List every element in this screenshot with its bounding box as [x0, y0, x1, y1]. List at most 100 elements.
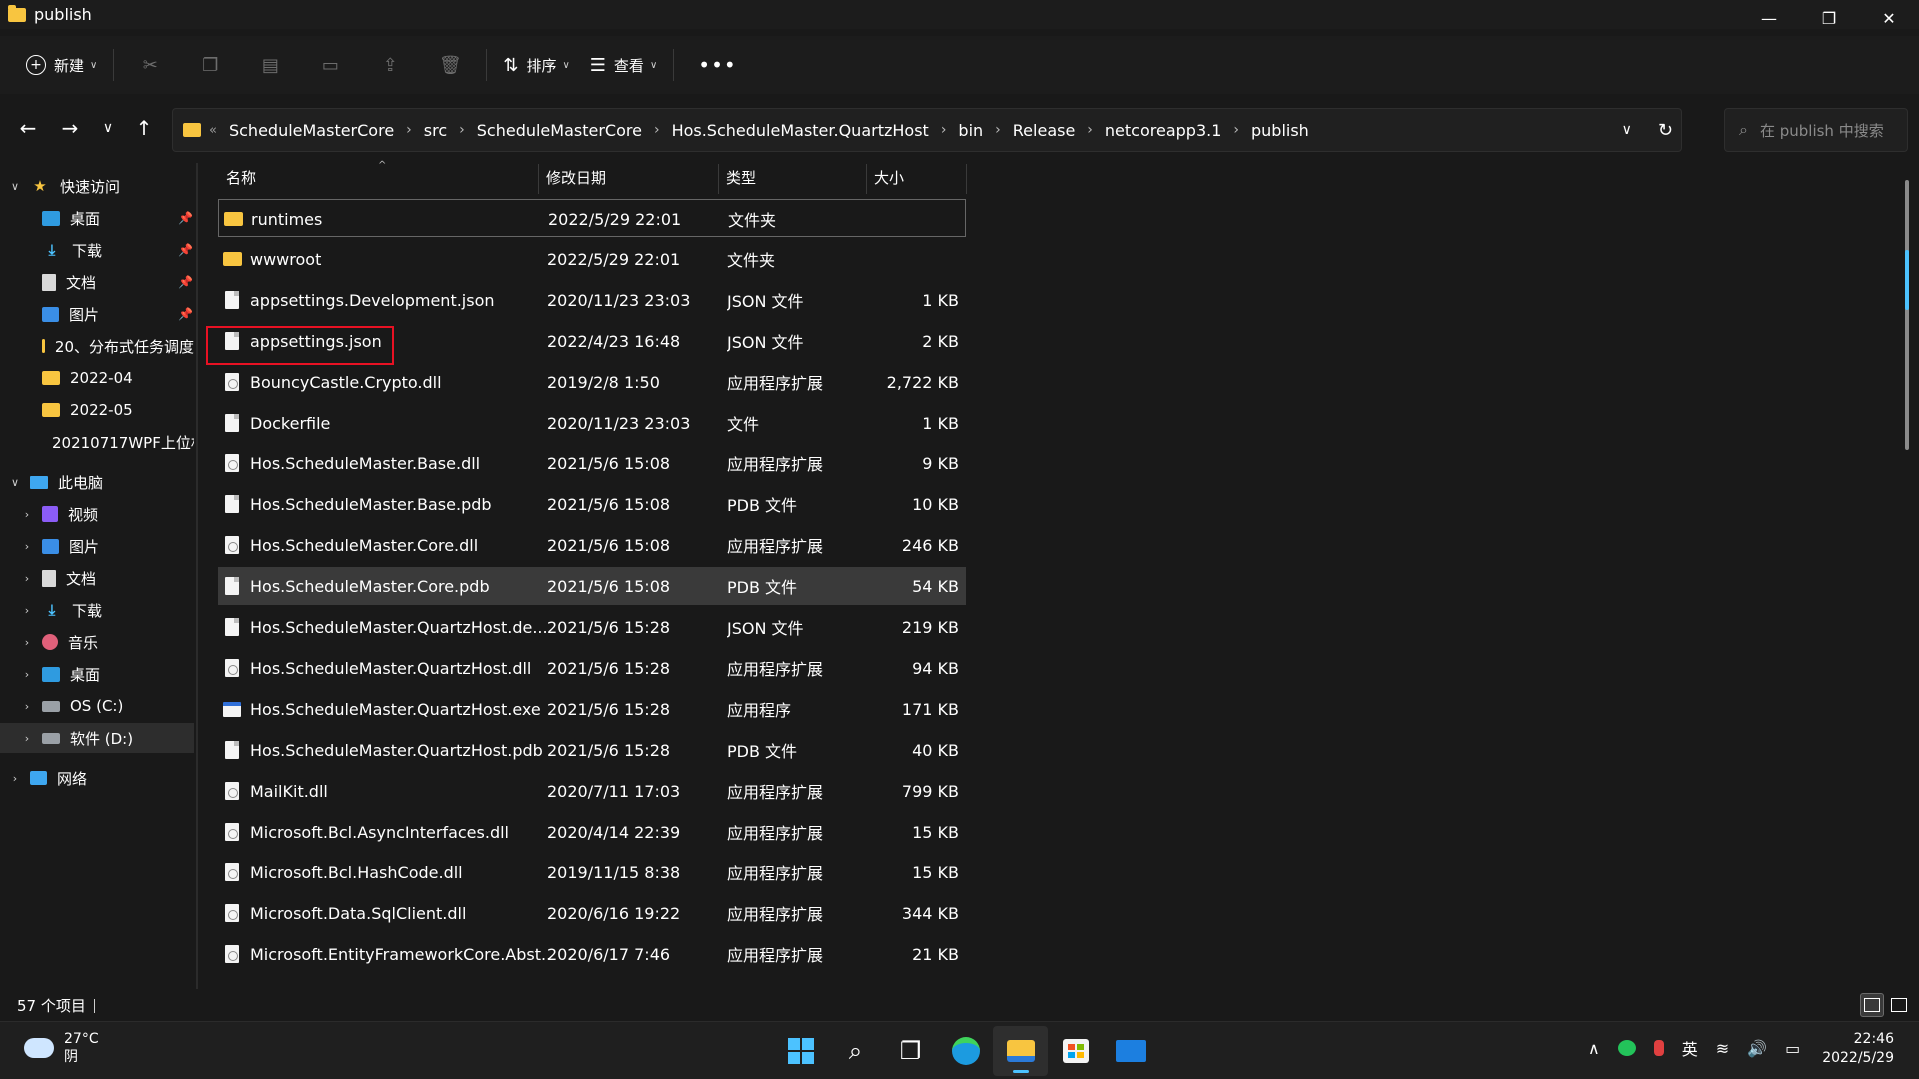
scroll-thumb[interactable] — [1905, 250, 1909, 310]
vertical-scrollbar[interactable] — [1905, 180, 1909, 450]
file-row[interactable]: Hos.ScheduleMaster.QuartzHost.exe 2021/5/… — [218, 690, 966, 728]
address-bar[interactable]: « ScheduleMasterCore › src › ScheduleMas… — [172, 108, 1682, 152]
new-button[interactable]: + 新建 ∨ — [16, 45, 107, 85]
restore-button[interactable]: ❐ — [1799, 0, 1859, 36]
nav-item-folder[interactable]: 20、分布式任务调度 — [0, 331, 194, 361]
breadcrumb-item[interactable]: ScheduleMasterCore — [477, 121, 642, 140]
breadcrumb-item[interactable]: Hos.ScheduleMaster.QuartzHost — [672, 121, 929, 140]
wifi-icon[interactable]: ≋ — [1716, 1039, 1729, 1058]
chevron-down-icon[interactable]: ∨ — [8, 180, 22, 193]
breadcrumb-item[interactable]: netcoreapp3.1 — [1105, 121, 1221, 140]
nav-quick-access[interactable]: ∨ ★ 快速访问 — [0, 171, 194, 201]
back-arrow-icon[interactable]: ← — [8, 108, 48, 148]
show-hidden-icons-chevron[interactable]: ∧ — [1588, 1039, 1600, 1058]
qq-icon[interactable] — [1653, 1040, 1664, 1056]
nav-network[interactable]: › 网络 — [0, 763, 194, 793]
chevron-right-icon[interactable]: › — [20, 636, 34, 649]
weather-widget[interactable]: 27°C 阴 — [24, 1030, 99, 1066]
overflow-crumb[interactable]: « — [209, 123, 217, 138]
chevron-down-icon[interactable]: ∨ — [8, 476, 22, 489]
clock[interactable]: 22:46 2022/5/29 — [1822, 1030, 1894, 1068]
volume-icon[interactable]: 🔊 — [1747, 1039, 1767, 1058]
ime-indicator[interactable]: 英 — [1682, 1036, 1698, 1060]
address-dropdown-icon[interactable]: ∨ — [1622, 122, 1632, 138]
view-button[interactable]: ☰ 查看 ∨ — [580, 45, 667, 85]
chevron-right-icon[interactable]: › — [20, 700, 34, 713]
task-view-button[interactable]: ❐ — [883, 1026, 938, 1076]
column-divider[interactable] — [966, 164, 967, 194]
file-row[interactable]: Hos.ScheduleMaster.Core.dll 2021/5/6 15:0… — [218, 526, 966, 564]
rename-icon[interactable]: ▭ — [300, 45, 360, 85]
chevron-right-icon[interactable]: › — [20, 668, 34, 681]
file-row[interactable]: MailKit.dll 2020/7/11 17:03 应用程序扩展 799 KB — [218, 772, 966, 810]
file-row[interactable]: BouncyCastle.Crypto.dll 2019/2/8 1:50 应用程序… — [218, 363, 966, 401]
nav-item-desktop[interactable]: › 桌面 — [0, 659, 194, 689]
file-row[interactable]: runtimes 2022/5/29 22:01 文件夹 — [218, 199, 966, 237]
forward-arrow-icon[interactable]: → — [50, 108, 90, 148]
store-taskbar-button[interactable] — [1048, 1026, 1103, 1076]
chevron-right-icon[interactable]: › — [20, 604, 34, 617]
file-row[interactable]: Hos.ScheduleMaster.Base.dll 2021/5/6 15:0… — [218, 444, 966, 482]
file-row[interactable]: Hos.ScheduleMaster.Core.pdb 2021/5/6 15:0… — [218, 567, 966, 605]
file-row[interactable]: Microsoft.Bcl.HashCode.dll 2019/11/15 8:3… — [218, 853, 966, 891]
file-row[interactable]: Hos.ScheduleMaster.Base.pdb 2021/5/6 15:0… — [218, 485, 966, 523]
mail-taskbar-button[interactable] — [1103, 1026, 1158, 1076]
sort-button[interactable]: ⇅ 排序 ∨ — [493, 45, 579, 85]
share-icon[interactable]: ⇪ — [360, 45, 420, 85]
start-button[interactable] — [773, 1026, 828, 1076]
nav-item-pictures[interactable]: › 图片 — [0, 531, 194, 561]
breadcrumb-item[interactable]: ScheduleMasterCore — [229, 121, 394, 140]
nav-item-folder[interactable]: 2022-04 — [0, 363, 194, 393]
nav-this-pc[interactable]: ∨ 此电脑 — [0, 467, 194, 497]
file-row[interactable]: Microsoft.Bcl.AsyncInterfaces.dll 2020/4/… — [218, 813, 966, 851]
minimize-button[interactable]: — — [1739, 0, 1799, 36]
copy-icon[interactable]: ❐ — [180, 45, 240, 85]
battery-icon[interactable]: ▭ — [1785, 1039, 1800, 1058]
search-taskbar-button[interactable]: ⌕ — [828, 1026, 883, 1076]
search-box[interactable]: ⌕ 在 publish 中搜索 — [1724, 108, 1908, 152]
breadcrumb-item[interactable]: publish — [1251, 121, 1309, 140]
chevron-right-icon[interactable]: › — [20, 540, 34, 553]
file-row[interactable]: Microsoft.EntityFrameworkCore.Abst... 202… — [218, 935, 966, 973]
nav-item-drive-d[interactable]: › 软件 (D:) — [0, 723, 194, 753]
file-row[interactable]: Hos.ScheduleMaster.QuartzHost.de... 2021/… — [218, 608, 966, 646]
nav-item-desktop[interactable]: 桌面 📌 — [0, 203, 194, 233]
pane-divider[interactable] — [196, 163, 198, 989]
nav-item-folder[interactable]: 20210717WPF上位机 — [0, 427, 194, 457]
column-header-date[interactable]: 修改日期 — [538, 160, 718, 194]
cut-icon[interactable]: ✂ — [120, 45, 180, 85]
chevron-right-icon[interactable]: › — [20, 732, 34, 745]
nav-item-folder[interactable]: 2022-05 — [0, 395, 194, 425]
wechat-icon[interactable] — [1617, 1040, 1636, 1056]
nav-item-videos[interactable]: › 视频 — [0, 499, 194, 529]
file-row[interactable]: Dockerfile 2020/11/23 23:03 文件 1 KB — [218, 404, 966, 442]
recent-chevron-icon[interactable]: ∨ — [88, 108, 128, 148]
nav-item-downloads[interactable]: ⤓ 下载 📌 — [0, 235, 194, 265]
column-header-type[interactable]: 类型 — [718, 160, 866, 194]
up-arrow-icon[interactable]: ↑ — [124, 108, 164, 148]
delete-icon[interactable]: 🗑 — [420, 45, 480, 85]
nav-item-music[interactable]: › 音乐 — [0, 627, 194, 657]
nav-item-documents[interactable]: 文档 📌 — [0, 267, 194, 297]
file-row[interactable]: appsettings.Development.json 2020/11/23 2… — [218, 281, 966, 319]
file-row[interactable]: wwwroot 2022/5/29 22:01 文件夹 — [218, 240, 966, 278]
more-button[interactable]: ••• — [680, 45, 754, 85]
tiles-view-button[interactable] — [1887, 993, 1911, 1017]
column-header-name[interactable]: 名称 — [218, 160, 538, 194]
column-header-size[interactable]: 大小 — [866, 160, 966, 194]
nav-item-pictures[interactable]: 图片 📌 — [0, 299, 194, 329]
file-row[interactable]: Microsoft.Data.SqlClient.dll 2020/6/16 19… — [218, 894, 966, 932]
file-row[interactable]: Hos.ScheduleMaster.QuartzHost.pdb 2021/5/… — [218, 731, 966, 769]
breadcrumb-item[interactable]: src — [424, 121, 447, 140]
breadcrumb-item[interactable]: bin — [958, 121, 983, 140]
chevron-right-icon[interactable]: › — [20, 508, 34, 521]
file-row[interactable]: Hos.ScheduleMaster.QuartzHost.dll 2021/5/… — [218, 649, 966, 687]
edge-taskbar-button[interactable] — [938, 1026, 993, 1076]
details-view-button[interactable] — [1860, 993, 1884, 1017]
nav-item-drive-c[interactable]: › OS (C:) — [0, 691, 194, 721]
paste-icon[interactable]: ▤ — [240, 45, 300, 85]
breadcrumb-item[interactable]: Release — [1013, 121, 1076, 140]
refresh-icon[interactable]: ↻ — [1658, 120, 1673, 141]
nav-item-downloads[interactable]: › ⤓ 下载 — [0, 595, 194, 625]
chevron-right-icon[interactable]: › — [8, 772, 22, 785]
